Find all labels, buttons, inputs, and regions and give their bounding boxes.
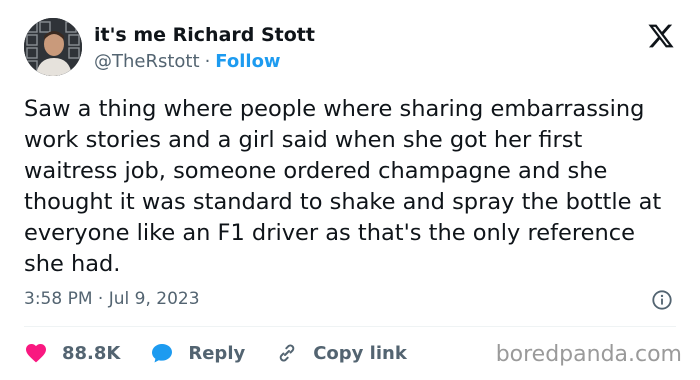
like-count: 88.8K — [62, 342, 121, 364]
avatar[interactable] — [24, 18, 82, 76]
tweet-card: it's me Richard Stott @TheRstott · Follow … — [0, 0, 700, 380]
x-logo-icon[interactable] — [647, 22, 675, 50]
follow-button[interactable]: Follow — [215, 51, 280, 72]
watermark: boredpanda.com — [495, 342, 682, 367]
display-name[interactable]: it's me Richard Stott — [94, 24, 315, 46]
handle-row: @TheRstott · Follow — [94, 51, 281, 72]
copy-link-button[interactable]: Copy link — [275, 341, 407, 365]
reply-label: Reply — [188, 342, 246, 364]
divider — [24, 326, 676, 327]
tweet-date: Jul 9, 2023 — [108, 289, 200, 309]
user-handle[interactable]: @TheRstott — [94, 51, 200, 72]
heart-icon — [24, 341, 48, 365]
link-icon — [275, 341, 299, 365]
action-bar: 88.8K Reply Copy link — [24, 338, 437, 368]
reply-button[interactable]: Reply — [150, 341, 245, 365]
handle-separator: · — [204, 51, 211, 72]
speech-bubble-icon — [150, 341, 174, 365]
info-icon[interactable] — [651, 289, 673, 311]
like-button[interactable]: 88.8K — [24, 341, 120, 365]
tweet-timestamp[interactable]: 3:58 PM · Jul 9, 2023 — [24, 289, 200, 309]
meta-separator: · — [97, 289, 104, 309]
tweet-time: 3:58 PM — [24, 289, 93, 309]
avatar-image — [24, 18, 82, 76]
tweet-text: Saw a thing where people where sharing e… — [24, 96, 662, 277]
copy-link-label: Copy link — [313, 342, 407, 364]
